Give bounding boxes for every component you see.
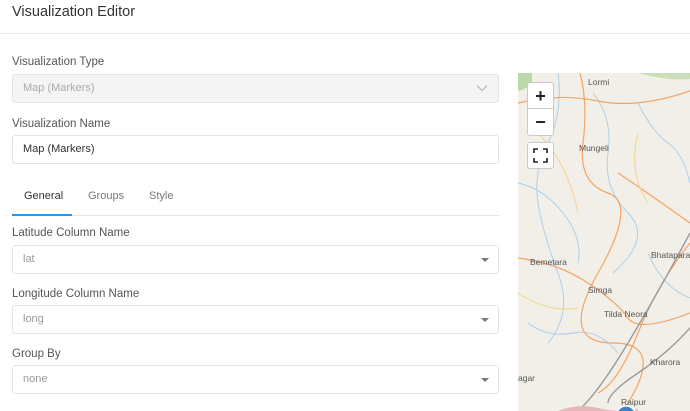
map-label-raipur: Raipur: [621, 397, 647, 407]
map-label-tilda-neora: Tilda Neora: [604, 309, 648, 319]
tab-style[interactable]: Style: [149, 190, 173, 202]
latitude-select[interactable]: lat: [12, 245, 499, 274]
longitude-value: long: [23, 313, 44, 325]
fullscreen-button[interactable]: [527, 142, 554, 169]
group-by-select[interactable]: none: [12, 365, 499, 394]
map-label-lormi: Lormi: [588, 77, 610, 87]
tab-groups[interactable]: Groups: [88, 190, 124, 202]
page-title: Visualization Editor: [12, 4, 136, 20]
longitude-select[interactable]: long: [12, 305, 499, 334]
visualization-type-label: Visualization Type: [12, 56, 105, 68]
map-label-mungeli: Mungeli: [579, 143, 609, 153]
visualization-name-input[interactable]: Map (Markers): [12, 135, 499, 164]
caret-down-icon: [481, 318, 489, 322]
visualization-type-value: Map (Markers): [23, 82, 95, 94]
zoom-control: + −: [527, 82, 554, 136]
map-label-simga: Simga: [588, 285, 613, 295]
caret-down-icon: [481, 378, 489, 382]
latitude-label: Latitude Column Name: [12, 227, 130, 239]
active-tab-indicator: [12, 214, 72, 216]
map-label-bemetara: Bemetara: [530, 257, 567, 267]
zoom-out-button[interactable]: −: [528, 109, 553, 135]
map-label-kharora: Kharora: [650, 357, 681, 367]
group-by-value: none: [23, 373, 48, 385]
editor-tabs: General Groups Style: [12, 180, 499, 216]
caret-down-icon: [481, 258, 489, 262]
latitude-value: lat: [23, 253, 35, 265]
group-by-label: Group By: [12, 348, 61, 360]
fullscreen-icon: [533, 148, 548, 163]
visualization-name-value: Map (Markers): [23, 143, 95, 155]
visualization-name-label: Visualization Name: [12, 118, 111, 130]
editor-header: Visualization Editor: [0, 0, 690, 34]
visualization-type-select[interactable]: Map (Markers): [12, 74, 499, 103]
tab-general[interactable]: General: [24, 190, 63, 202]
chevron-down-icon: [476, 85, 488, 92]
longitude-label: Longitude Column Name: [12, 288, 140, 300]
map-label-agar: agar: [518, 373, 536, 383]
map-label-bhatapara: Bhatapara: [651, 250, 690, 260]
zoom-in-button[interactable]: +: [528, 83, 553, 109]
